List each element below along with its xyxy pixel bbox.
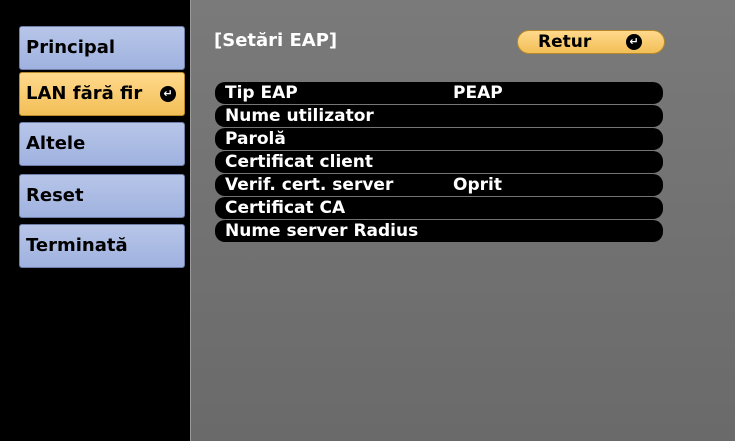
setting-row-parola[interactable]: Parolă xyxy=(215,128,663,150)
setting-row-certificat-ca[interactable]: Certificat CA xyxy=(215,197,663,219)
menu-item-label: Altele xyxy=(26,133,86,154)
setting-label: Certificat client xyxy=(225,152,374,172)
setting-row-tip-eap[interactable]: Tip EAP PEAP xyxy=(215,82,663,104)
return-button[interactable]: Retur ↵ xyxy=(517,30,665,54)
enter-icon: ↵ xyxy=(160,86,176,102)
setting-label: Tip EAP xyxy=(225,83,298,103)
menu-item-lan-fara-fir[interactable]: LAN fără fir ↵ xyxy=(19,72,185,116)
setting-row-certificat-client[interactable]: Certificat client xyxy=(215,151,663,173)
menu-item-label: Reset xyxy=(26,185,84,206)
menu-item-terminata[interactable]: Terminată xyxy=(19,224,185,268)
setting-label: Parolă xyxy=(225,129,286,149)
setting-row-verif-cert-server[interactable]: Verif. cert. server Oprit xyxy=(215,174,663,196)
panel-title: [Setări EAP] xyxy=(214,30,338,51)
menu-item-reset[interactable]: Reset xyxy=(19,174,185,218)
projector-menu-screen: Principal LAN fără fir ↵ Altele Reset Te… xyxy=(0,0,735,441)
eap-settings-panel: [Setări EAP] Retur ↵ Tip EAP PEAP Nume u… xyxy=(190,0,735,441)
menu-item-label: Terminată xyxy=(26,235,128,256)
setting-row-nume-server-radius[interactable]: Nume server Radius xyxy=(215,220,663,242)
menu-item-label: LAN fără fir xyxy=(26,83,143,104)
settings-list: Tip EAP PEAP Nume utilizator Parolă Cert… xyxy=(215,82,663,243)
setting-value: Oprit xyxy=(453,175,502,195)
return-button-label: Retur xyxy=(538,32,592,52)
menu-item-principal[interactable]: Principal xyxy=(19,26,185,70)
setting-label: Certificat CA xyxy=(225,198,346,218)
menu-item-label: Principal xyxy=(26,37,116,58)
setting-label: Nume server Radius xyxy=(225,221,419,241)
enter-icon: ↵ xyxy=(626,34,642,50)
setting-label: Verif. cert. server xyxy=(225,175,394,195)
menu-item-altele[interactable]: Altele xyxy=(19,122,185,166)
setting-label: Nume utilizator xyxy=(225,106,374,126)
setting-value: PEAP xyxy=(453,83,503,103)
setting-row-nume-utilizator[interactable]: Nume utilizator xyxy=(215,105,663,127)
